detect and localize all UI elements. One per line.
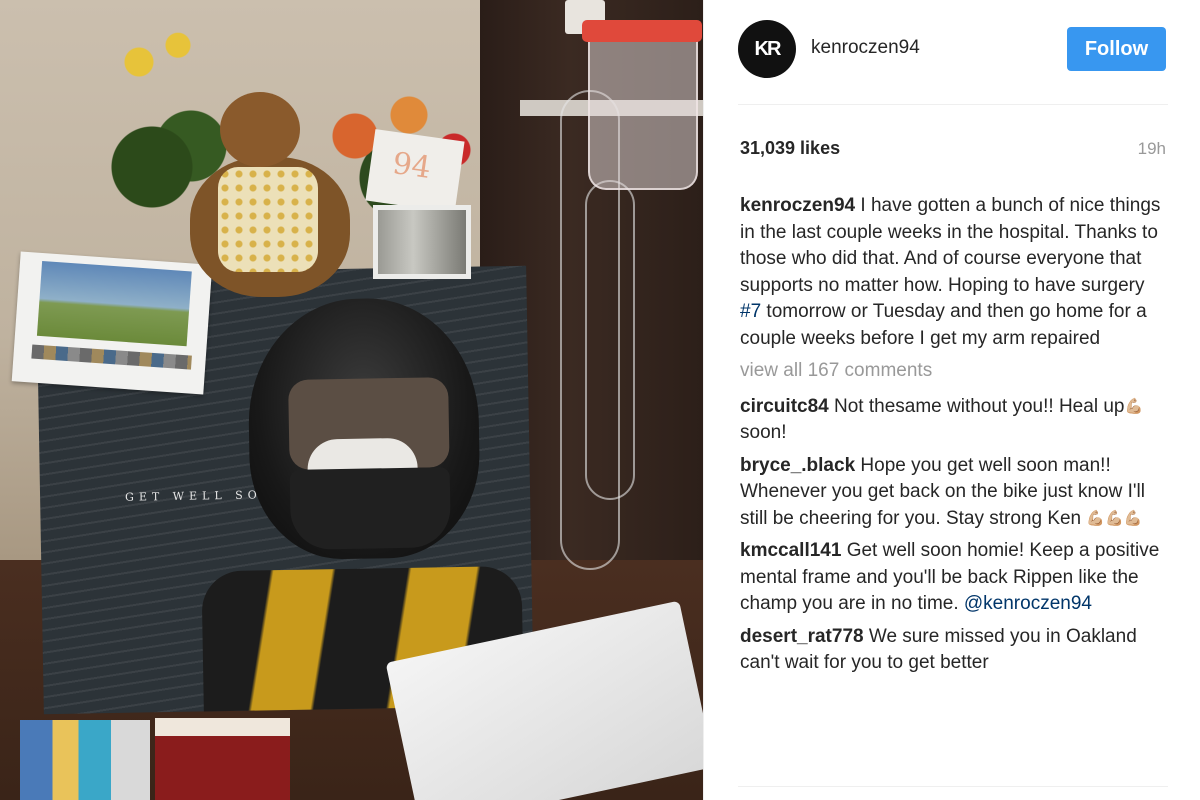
card-swatches xyxy=(31,344,192,370)
follow-button[interactable]: Follow xyxy=(1067,27,1166,71)
comment-username[interactable]: desert_rat778 xyxy=(740,626,864,647)
caption-text-end: tomorrow or Tuesday and then go home for… xyxy=(740,301,1147,349)
number-card-text: 94 xyxy=(390,146,434,186)
hashtag-link[interactable]: #7 xyxy=(740,301,761,322)
post-timestamp[interactable]: 19h xyxy=(1138,139,1166,159)
comment-item: bryce_.black Hope you get well soon man!… xyxy=(740,453,1168,533)
avatar[interactable]: KR xyxy=(738,20,796,78)
post-panel: KR kenroczen94 Follow 31,039 likes 19h k… xyxy=(703,0,1200,800)
caption: kenroczen94 I have gotten a bunch of nic… xyxy=(740,193,1168,352)
comment-text: Not thesame without you!! Heal up xyxy=(828,395,1125,417)
photo-print-image xyxy=(378,210,466,274)
comment-username[interactable]: circuitc84 xyxy=(740,396,829,417)
post-header: KR kenroczen94 Follow xyxy=(738,20,1168,80)
photo-suction-canister xyxy=(588,20,698,190)
kr-logo-icon: KR xyxy=(754,37,782,60)
card-landscape xyxy=(36,260,192,347)
comment-list: kenroczen94 I have gotten a bunch of nic… xyxy=(740,193,1168,683)
flexed-biceps-icon: 💪🏼 xyxy=(1124,397,1144,415)
photo-print xyxy=(373,205,471,279)
comment-item: circuitc84 Not thesame without you!! Hea… xyxy=(740,394,1168,447)
caption-username[interactable]: kenroczen94 xyxy=(740,195,855,216)
comment-item: desert_rat778 We sure missed you in Oakl… xyxy=(740,624,1168,677)
poster-mask xyxy=(289,467,452,550)
comment-item: kmccall141 Get well soon homie! Keep a p… xyxy=(740,538,1168,618)
photo-books xyxy=(20,720,150,800)
likes-count[interactable]: 31,039 likes xyxy=(740,138,840,159)
view-all-comments-link[interactable]: view all 167 comments xyxy=(740,358,1168,385)
photo-tube xyxy=(585,180,635,500)
flexed-biceps-icon: 💪🏼💪🏼💪🏼 xyxy=(1086,509,1143,527)
comment-username[interactable]: kmccall141 xyxy=(740,540,841,561)
comment-text-end: soon! xyxy=(740,422,787,443)
header-username[interactable]: kenroczen94 xyxy=(811,37,920,59)
photo-canister-lid xyxy=(582,20,702,42)
bear-shirt xyxy=(218,167,318,272)
comment-username[interactable]: bryce_.black xyxy=(740,455,855,476)
photo-number-card: 94 xyxy=(365,129,465,213)
photo-gift-box xyxy=(155,718,290,800)
post-photo[interactable]: GET WELL SOON 94 xyxy=(0,0,703,800)
header-divider xyxy=(738,104,1168,105)
footer-divider xyxy=(738,786,1168,787)
mention-link[interactable]: @kenroczen94 xyxy=(964,593,1092,614)
bear-head xyxy=(220,92,300,167)
photo-teddy-bear xyxy=(180,92,370,297)
